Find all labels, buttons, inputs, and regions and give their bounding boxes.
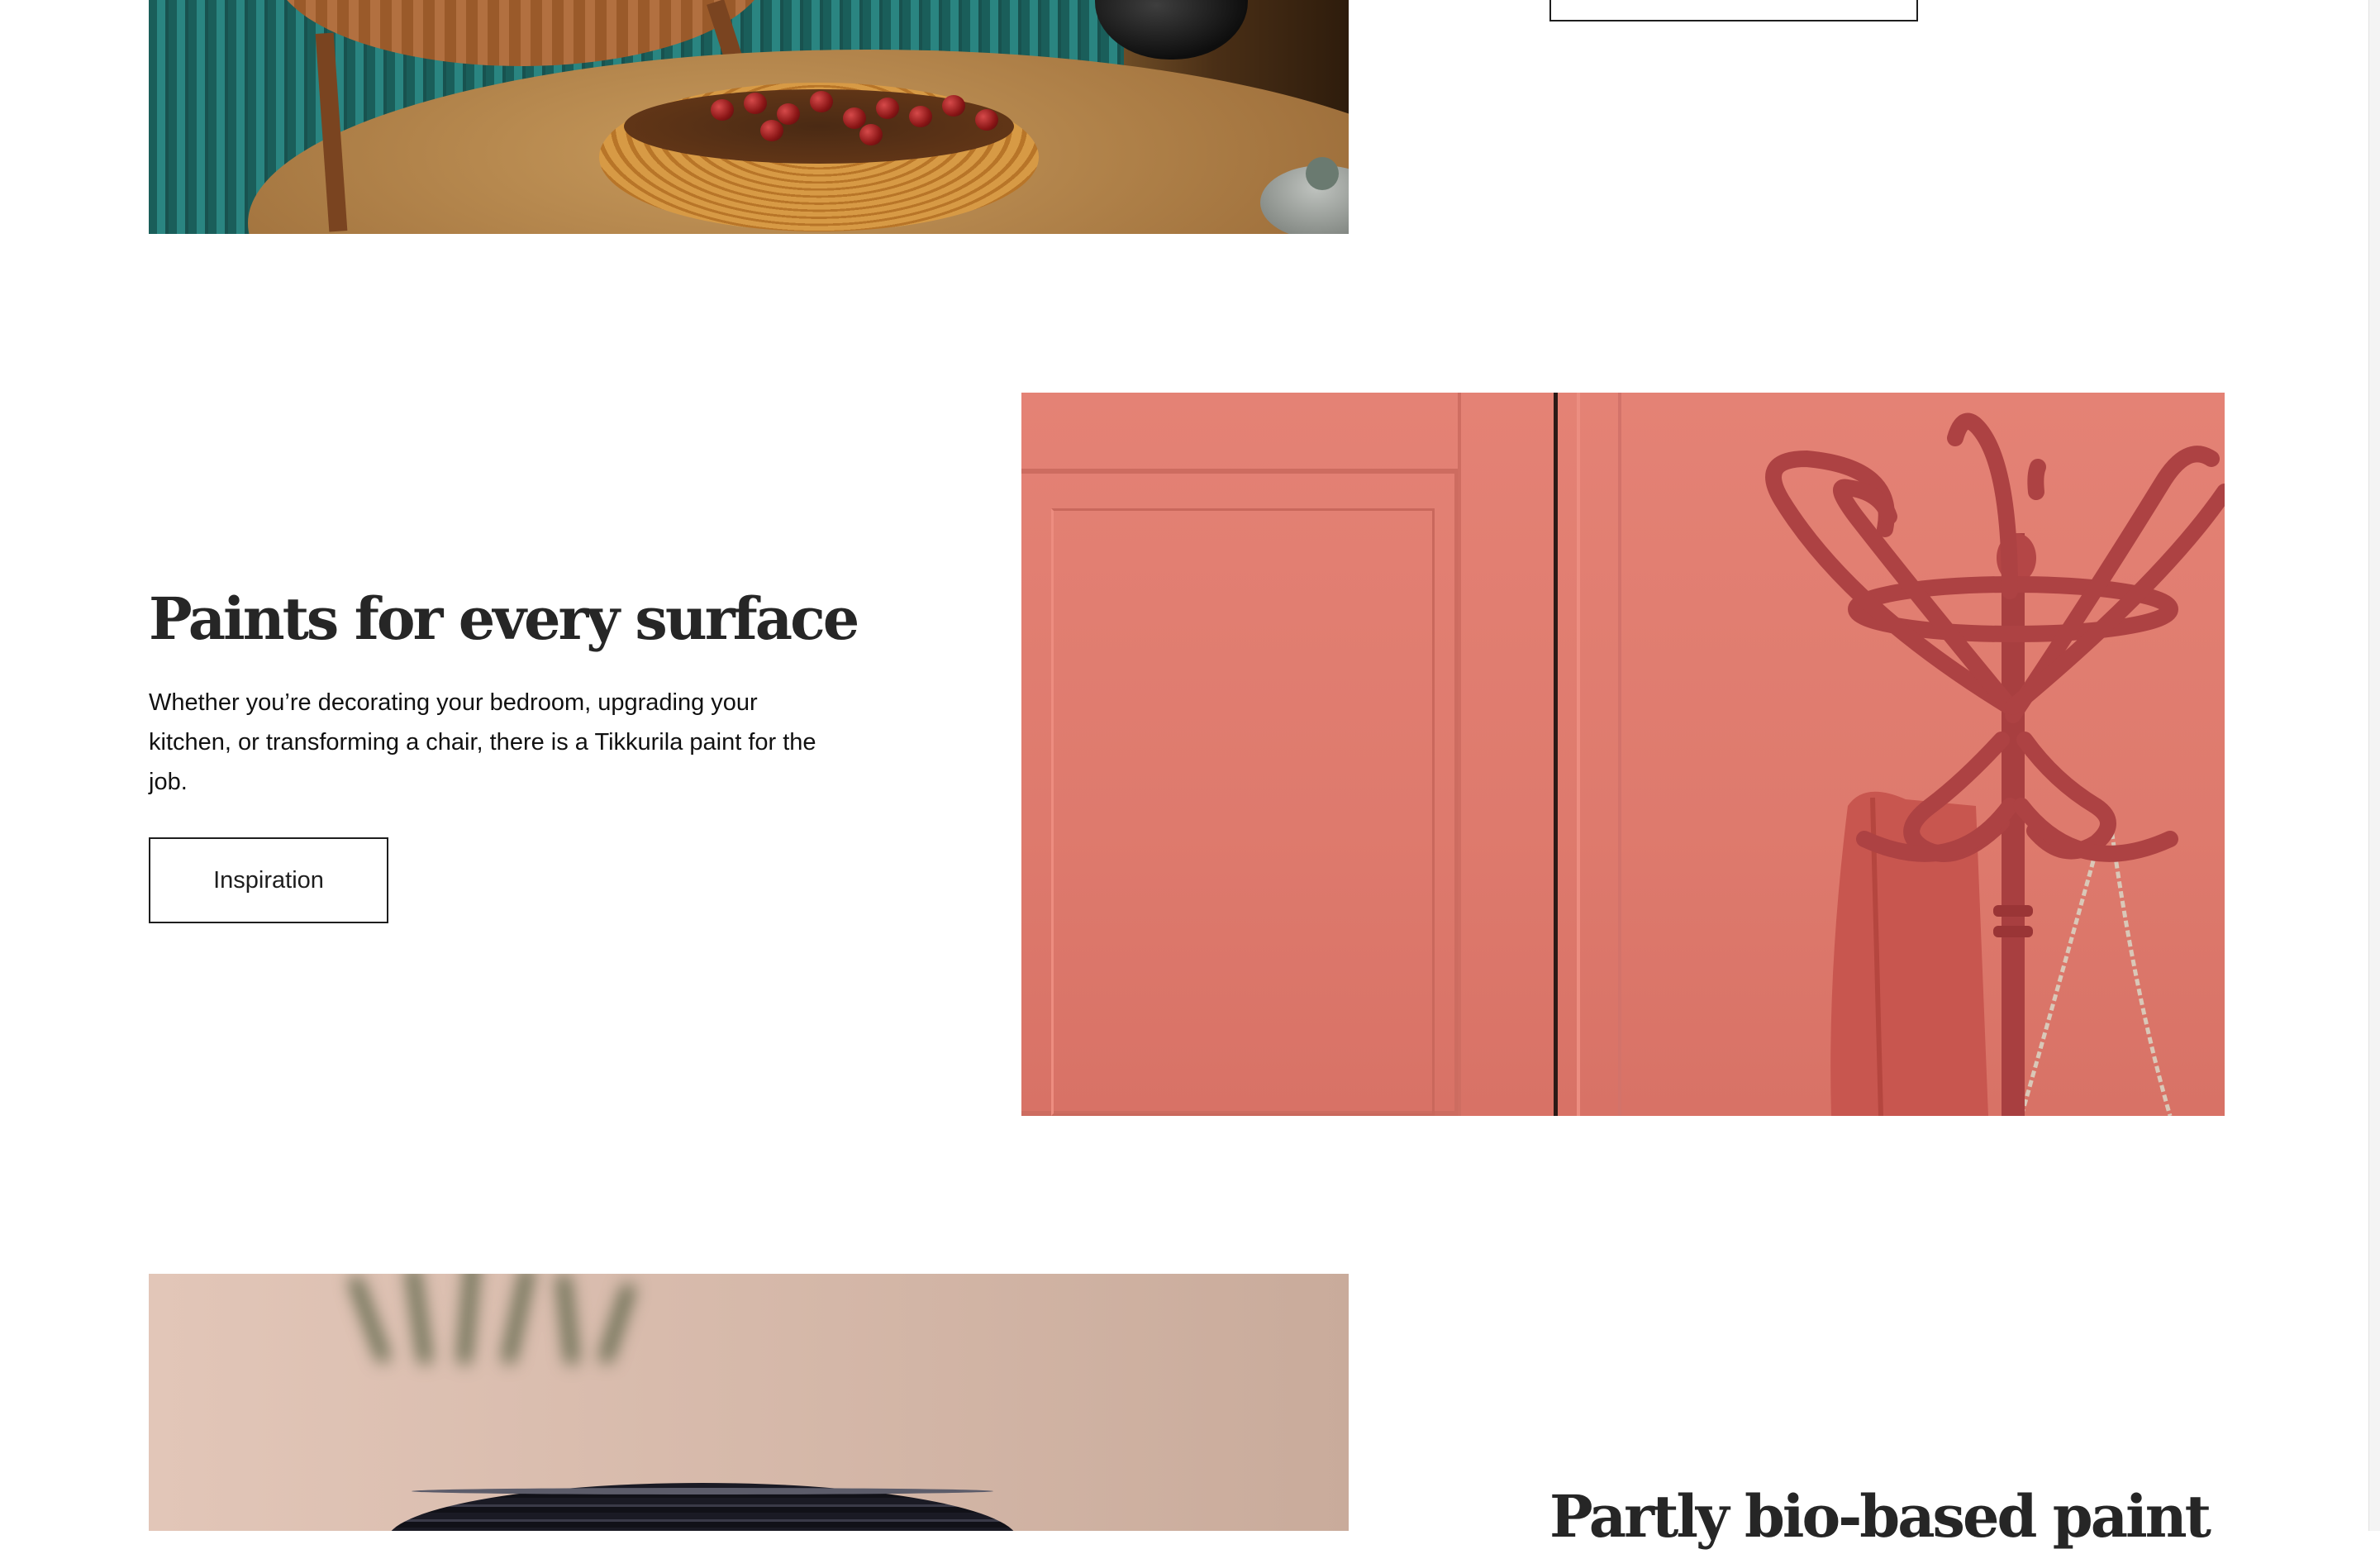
previous-section-button[interactable]	[1549, 0, 1918, 21]
section-title-paints: Paints for every surface	[149, 584, 859, 653]
section-title-bio-based: Partly bio-based paint	[1549, 1482, 2211, 1551]
page-scrollbar[interactable]	[2368, 0, 2380, 1531]
section-body-paints: Whether you’re decorating your bedroom, …	[149, 689, 816, 795]
black-vase-image	[149, 1274, 1349, 1531]
inspiration-button[interactable]: Inspiration	[149, 837, 388, 923]
dining-table-image	[149, 0, 1349, 234]
coat-rack-image	[1021, 393, 2225, 1116]
coat-rack-icon	[1765, 412, 2225, 1116]
